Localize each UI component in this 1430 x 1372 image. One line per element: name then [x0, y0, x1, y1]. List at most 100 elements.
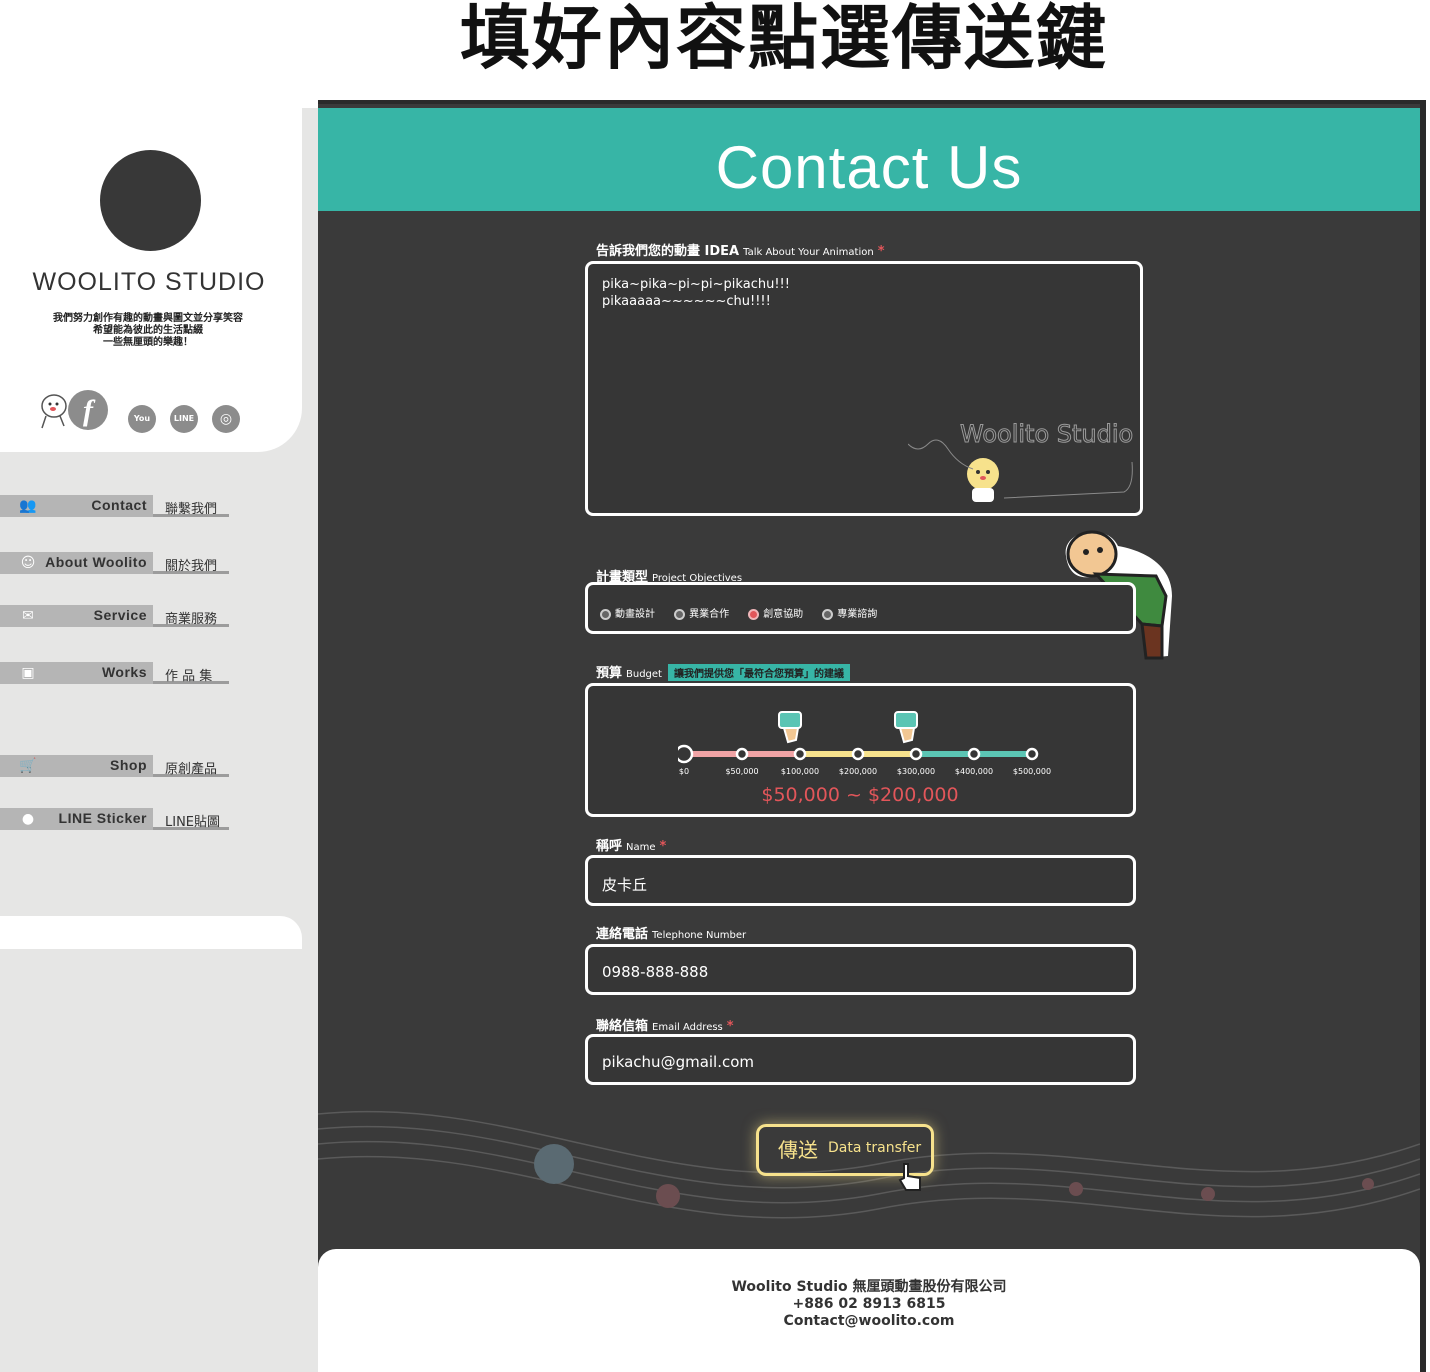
instagram-icon[interactable]: ◎	[212, 405, 240, 433]
name-label-en: Name	[626, 842, 656, 853]
nav-item-contact[interactable]: 👥 Contact 聯繫我們	[0, 492, 240, 522]
nav-label-en: LINE Sticker	[58, 810, 147, 826]
social-links: f You LINE ◎	[36, 388, 266, 438]
budget-label-zh: 預算	[596, 666, 623, 681]
phone-label: 連絡電話 Telephone Number	[596, 923, 746, 942]
idea-label-en: Talk About Your Animation	[743, 247, 874, 258]
required-mark: *	[726, 1019, 734, 1034]
email-value[interactable]: pikachu@gmail.com	[602, 1053, 754, 1071]
slider-tick-label: $0	[679, 767, 689, 776]
slider-tick-label: $100,000	[781, 767, 819, 776]
woolito-watermark: Woolito Studio	[908, 420, 1134, 502]
slider-tick-label: $300,000	[897, 767, 935, 776]
nav-item-works[interactable]: ▣ Works 作 品 集	[0, 659, 240, 689]
radio-option[interactable]: 專業諮詢	[822, 605, 877, 620]
required-mark: *	[877, 244, 885, 259]
radio-option[interactable]: 異業合作	[674, 605, 729, 620]
footer-email[interactable]: Contact@woolito.com	[318, 1313, 1420, 1330]
budget-box: $0 $50,000 $100,000 $200,000 $300,000 $400,00…	[585, 683, 1136, 817]
nav-label-zh: LINE貼圖	[165, 815, 221, 830]
nav-label-en: Works	[101, 664, 147, 680]
slider-tick-label: $400,000	[955, 767, 993, 776]
nav-label-zh: 聯繫我們	[165, 502, 218, 517]
budget-tag: 讓我們提供您「最符合您預算」的建議	[667, 664, 850, 681]
slider-tick-label: $50,000	[725, 767, 758, 776]
studio-name: WOOLITO STUDIO	[32, 268, 266, 296]
footer-company: Woolito Studio 無厘頭動畫股份有限公司	[731, 1279, 1007, 1295]
phone-label-en: Telephone Number	[652, 930, 747, 941]
youtube-icon[interactable]: You	[128, 405, 156, 433]
tagline: 我們努力創作有趣的動畫與圖文並分享笑容 希望能為彼此的生活點綴 一些無厘頭的樂趣…	[0, 313, 296, 349]
slider-tick[interactable]	[967, 747, 981, 761]
nav-label-en: Shop	[110, 757, 147, 773]
nav-label-en: Contact	[91, 497, 147, 513]
nav-bar: ☺ About Woolito	[0, 552, 153, 574]
character-icon: ☺	[20, 555, 36, 571]
nav-label-zh: 關於我們	[165, 559, 218, 574]
sidebar: WOOLITO STUDIO 我們努力創作有趣的動畫與圖文並分享笑容 希望能為彼…	[0, 108, 318, 1372]
budget-label: 預算 Budget 讓我們提供您「最符合您預算」的建議	[596, 662, 850, 681]
idea-label-zh: 告訴我們您的動畫 IDEA	[596, 244, 740, 259]
nav-label-en: About Woolito	[45, 554, 147, 570]
line-icon[interactable]: LINE	[170, 405, 198, 433]
nav-label-en: Service	[93, 607, 147, 623]
footer-phone: +886 02 8913 6815	[792, 1296, 946, 1312]
email-field[interactable]: pikachu@gmail.com	[585, 1034, 1136, 1085]
footer: Woolito Studio 無厘頭動畫股份有限公司 +886 02 8913 …	[318, 1249, 1420, 1372]
nav-bar: ▣ Works	[0, 662, 153, 684]
slider-tick[interactable]	[909, 747, 923, 761]
budget-slider[interactable]: $0 $50,000 $100,000 $200,000 $300,000 $400,00…	[678, 704, 1068, 784]
name-label: 稱呼 Name *	[596, 835, 666, 854]
name-value[interactable]: 皮卡丘	[602, 874, 647, 895]
slider-tick[interactable]	[1025, 747, 1039, 761]
radio-dot	[822, 608, 834, 620]
tagline-line: 希望能為彼此的生活點綴	[93, 325, 203, 336]
budget-range-text: $50,000 ~ $200,000	[761, 784, 959, 806]
slider-tick[interactable]	[851, 747, 865, 761]
name-label-zh: 稱呼	[596, 839, 623, 854]
facebook-icon[interactable]: f	[68, 390, 108, 430]
pointer-hand-icon	[898, 1163, 921, 1191]
radio-row: 動畫設計 異業合作 創意協助 專業諮詢	[600, 602, 891, 621]
cart-icon: 🛒	[19, 758, 37, 774]
idea-text[interactable]: pika~pika~pi~pi~pikachu!!! pikaaaaa~~~~~…	[602, 276, 790, 310]
page-title: Contact Us	[715, 134, 1023, 201]
radio-label: 異業合作	[689, 609, 730, 620]
radio-option[interactable]: 動畫設計	[600, 605, 655, 620]
nav-item-line-sticker[interactable]: ● LINE Sticker LINE貼圖	[0, 805, 240, 835]
nav-bar: 👥 Contact	[0, 495, 153, 517]
slider-handle-icon[interactable]	[778, 711, 802, 744]
slider-tick[interactable]	[735, 747, 749, 761]
nav-label-zh: 商業服務	[165, 612, 218, 627]
slider-tick-label: $500,000	[1013, 767, 1051, 776]
nav-item-shop[interactable]: 🛒 Shop 原創產品	[0, 752, 240, 782]
mascot-icon	[41, 394, 67, 429]
nav-label-zh: 原創產品	[165, 762, 218, 777]
required-mark: *	[659, 839, 667, 854]
submit-label-zh: 傳送	[778, 1138, 818, 1162]
phone-value[interactable]: 0988-888-888	[602, 963, 708, 981]
slider-tick[interactable]	[793, 747, 807, 761]
page: 填好內容點選傳送鍵 WOOLITO STUDIO 我們努力創作有趣的動畫與圖文並…	[0, 0, 1430, 1372]
name-field[interactable]: 皮卡丘	[585, 855, 1136, 906]
submit-label-en: Data transfer	[828, 1140, 922, 1156]
speech-bubble-icon: ●	[21, 811, 35, 827]
project-radio-group: 動畫設計 異業合作 創意協助 專業諮詢	[585, 582, 1136, 634]
nav-item-service[interactable]: ✉ Service 商業服務	[0, 602, 240, 632]
nav-item-about[interactable]: ☺ About Woolito 關於我們	[0, 549, 240, 579]
slider-tick[interactable]	[678, 744, 694, 764]
idea-textarea[interactable]: pika~pika~pi~pi~pikachu!!! pikaaaaa~~~~~…	[585, 261, 1143, 516]
submit-button[interactable]: 傳送 Data transfer	[756, 1120, 936, 1191]
radio-dot	[674, 608, 686, 620]
people-icon: 👥	[19, 498, 37, 514]
radio-option[interactable]: 創意協助	[748, 605, 803, 620]
nav-label-zh: 作 品 集	[165, 669, 213, 684]
nav-bar: ✉ Service	[0, 605, 153, 627]
slider-handle-icon[interactable]	[894, 711, 918, 744]
instruction-banner: 填好內容點選傳送鍵	[0, 0, 1430, 100]
phone-field[interactable]: 0988-888-888	[585, 944, 1136, 995]
radio-dot	[600, 608, 611, 620]
budget-label-en: Budget	[626, 669, 662, 680]
email-label-zh: 聯絡信箱	[596, 1019, 649, 1034]
phone-label-zh: 連絡電話	[596, 927, 649, 942]
